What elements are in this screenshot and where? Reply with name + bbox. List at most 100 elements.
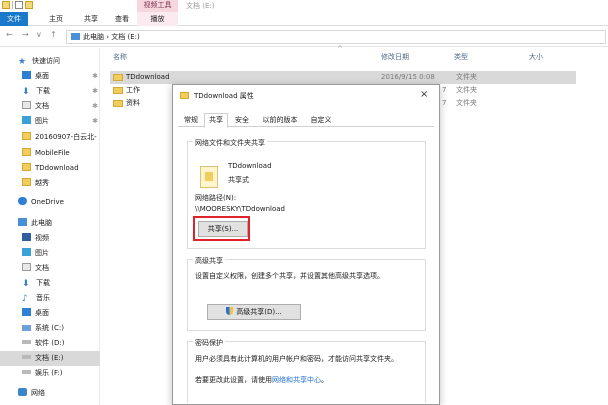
column-header-size[interactable]: 大小 [529, 50, 543, 64]
system-drive-icon [22, 325, 31, 331]
column-header-date[interactable]: 修改日期 [381, 50, 409, 64]
drive-icon [22, 340, 31, 344]
up-icon[interactable]: ↑ [50, 30, 57, 39]
password-protection-group: 密码保护 用户必须具有此计算机的用户帐户和密码，才能访问共享文件夹。 若要更改此… [187, 338, 426, 403]
tab-sharing[interactable]: 共享 [204, 113, 228, 128]
window-title: 文档 (E:) [186, 2, 215, 10]
file-name: 资料 [126, 99, 140, 107]
forward-icon[interactable]: → [22, 30, 29, 39]
dialog-title: TDdownload 属性 [194, 92, 254, 100]
sidebar-item-pc-desktop[interactable]: 桌面 [0, 306, 100, 321]
advanced-sharing-button[interactable]: 高级共享(D)... [207, 304, 301, 320]
properties-icon[interactable] [15, 1, 23, 9]
sidebar-item-tddownload[interactable]: TDdownload [0, 161, 100, 176]
tab-general[interactable]: 常规 [180, 113, 202, 127]
download-icon: ⬇ [22, 87, 30, 97]
table-row[interactable]: TDdownload 2016/9/15 0:08 文件夹 [110, 71, 576, 84]
folder-icon [113, 100, 123, 107]
network-path: \\MOORESKY\TDdownload [195, 205, 285, 213]
tab-home[interactable]: 主页 [44, 12, 68, 26]
dialog-title-bar[interactable]: TDdownload 属性 × [173, 85, 439, 105]
advanced-sharing-description: 设置自定义权限，创建多个共享，并设置其他高级共享选项。 [195, 272, 384, 280]
ribbon-tabs: 文件 主页 共享 查看 播放 [0, 12, 608, 26]
tab-file[interactable]: 文件 [0, 12, 28, 26]
sidebar-item-pictures[interactable]: 图片 ✱ [0, 114, 100, 129]
pin-icon: ✱ [92, 117, 98, 125]
sidebar-item-pc-documents[interactable]: 文档 [0, 261, 100, 276]
drive-icon [22, 355, 31, 359]
dialog-tabs: 常规 共享 安全 以前的版本 自定义 [178, 113, 434, 128]
tab-share[interactable]: 共享 [79, 12, 103, 26]
tab-customize[interactable]: 自定义 [306, 113, 336, 127]
recent-locations-icon[interactable]: ∨ [36, 30, 42, 39]
download-icon: ⬇ [22, 279, 30, 289]
sidebar-item-desktop[interactable]: 桌面 ✱ [0, 69, 100, 84]
sidebar-item-drive-f[interactable]: 娱乐 (F:) [0, 366, 100, 381]
sidebar-item-downloads[interactable]: ⬇ 下载 ✱ [0, 84, 100, 99]
document-icon [22, 101, 31, 109]
folder-icon [113, 74, 123, 81]
sidebar-item-drive-d[interactable]: 软件 (D:) [0, 336, 100, 351]
tab-play[interactable]: 播放 [137, 12, 178, 26]
tab-previous-versions[interactable]: 以前的版本 [256, 113, 304, 127]
tab-view[interactable]: 查看 [110, 12, 134, 26]
network-sharing-center-link[interactable]: 网络和共享中心 [272, 376, 321, 384]
navigation-pane: ★ 快速访问 桌面 ✱ ⬇ 下载 ✱ 文档 ✱ 图片 ✱ 20160907-白云北- Mob… [0, 48, 100, 405]
sidebar-item-pc-pictures[interactable]: 图片 [0, 246, 100, 261]
sidebar-item-network[interactable]: 网络 [0, 386, 100, 401]
sidebar-item-drive-c[interactable]: 系统 (C:) [0, 321, 100, 336]
column-header-name[interactable]: 名称 [113, 50, 127, 64]
network-path-label: 网络路径(N): [195, 194, 237, 202]
file-type: 文件夹 [456, 86, 477, 94]
sidebar-item-drive-e[interactable]: 文档 (E:) [0, 351, 100, 366]
back-icon[interactable]: ← [6, 30, 13, 39]
password-description: 用户必须具有此计算机的用户帐户和密码，才能访问共享文件夹。 [195, 355, 398, 363]
file-date: 7 [442, 86, 447, 94]
tab-security[interactable]: 安全 [230, 113, 254, 127]
sidebar-item-onedrive[interactable]: OneDrive [0, 195, 100, 210]
file-date: 2016/9/15 0:08 [381, 73, 435, 81]
pictures-icon [22, 116, 31, 124]
share-button-highlight [193, 216, 250, 241]
group-title: 网络文件和文件夹共享 [193, 138, 267, 148]
folder-icon [22, 163, 31, 171]
address-field[interactable]: 此电脑 › 文档 (E:) [66, 30, 606, 44]
title-bar: 视频工具 文档 (E:) [0, 0, 608, 12]
new-folder-icon[interactable] [25, 1, 33, 9]
properties-dialog: TDdownload 属性 × 常规 共享 安全 以前的版本 自定义 网络文件和… [172, 84, 440, 405]
context-tab-video-tools: 视频工具 [137, 0, 178, 12]
folder-icon [22, 148, 31, 156]
desktop-icon [22, 308, 31, 316]
column-header-type[interactable]: 类型 [454, 50, 468, 64]
share-status: 共享式 [228, 176, 249, 184]
pin-icon: ✱ [92, 87, 98, 95]
navigation-bar: ← → ∨ ↑ 此电脑 › 文档 (E:) [0, 27, 608, 47]
sidebar-item-music[interactable]: ♪ 音乐 [0, 291, 100, 306]
document-icon [22, 263, 31, 271]
desktop-icon [22, 71, 31, 79]
shared-folder-name: TDdownload [228, 162, 272, 170]
folder-icon [180, 92, 189, 99]
folder-icon [113, 87, 123, 94]
sidebar-item-documents[interactable]: 文档 ✱ [0, 99, 100, 114]
address-path: 此电脑 › 文档 (E:) [83, 33, 140, 41]
sidebar-item-this-pc[interactable]: 此电脑 [0, 216, 100, 231]
toolbar-divider [12, 1, 13, 9]
shared-folder-icon [200, 166, 218, 188]
pc-icon [18, 218, 27, 226]
group-title: 高级共享 [193, 256, 225, 266]
close-icon[interactable]: × [420, 89, 428, 100]
sidebar-item-mobilefile[interactable]: MobileFile [0, 146, 100, 161]
pictures-icon [22, 248, 31, 256]
sidebar-item-folder-20160907[interactable]: 20160907-白云北- [0, 130, 100, 145]
sidebar-item-pc-downloads[interactable]: ⬇ 下载 [0, 276, 100, 291]
sidebar-item-yuexiu[interactable]: 越秀 [0, 176, 100, 191]
pin-icon: ✱ [92, 102, 98, 110]
file-type: 文件夹 [456, 99, 477, 107]
video-icon [22, 233, 31, 241]
folder-icon[interactable] [2, 1, 10, 9]
sidebar-item-videos[interactable]: 视频 [0, 231, 100, 246]
quick-access-toolbar [2, 1, 33, 9]
file-date: 7 [442, 99, 447, 107]
pc-icon [71, 33, 80, 40]
